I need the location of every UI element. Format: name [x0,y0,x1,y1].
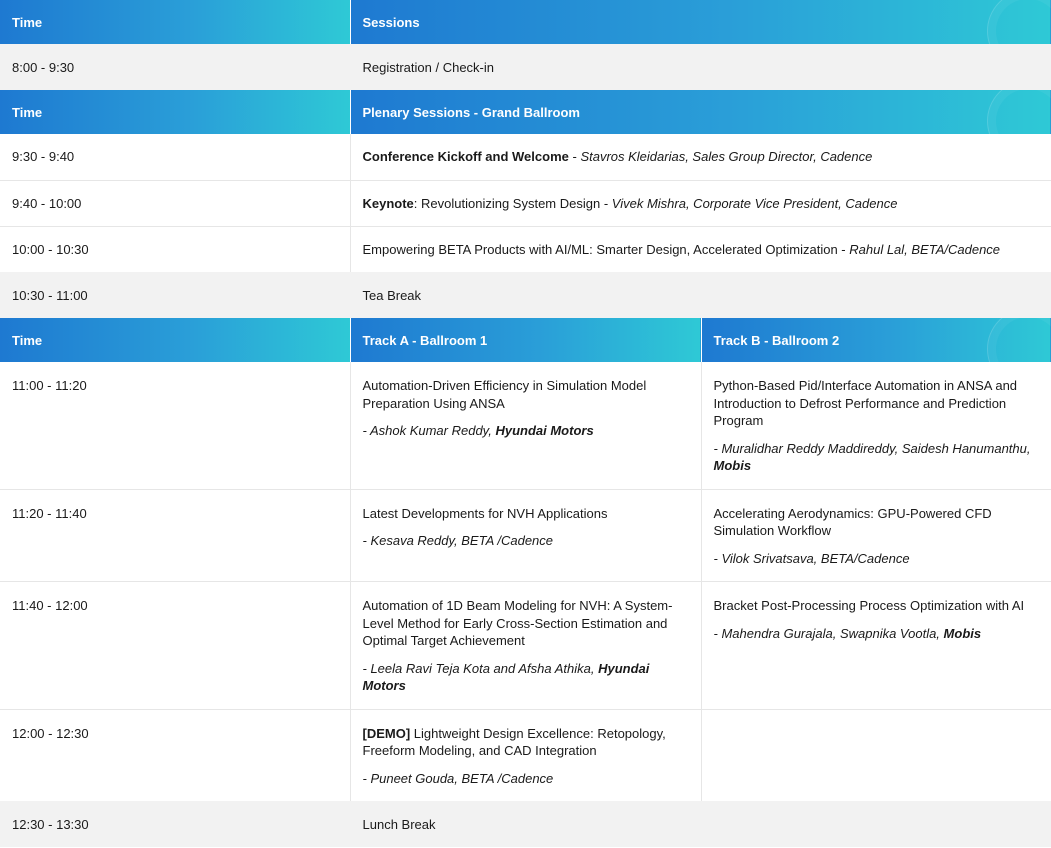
speaker-company: Mobis [943,625,982,641]
talk-title-line: [DEMO] Lightweight Design Excellence: Re… [363,725,689,760]
header-plenary: Plenary Sessions - Grand Ballroom [349,90,1051,134]
break-label: Lunch Break [349,801,1051,847]
track-row: 11:00 - 11:20 Automation-Driven Efficien… [0,362,1051,489]
talk-title: Python-Based Pid/Interface Automation in… [713,378,1018,428]
plenary-row-keynote: 9:40 - 10:00 Keynote: Revolutionizing Sy… [0,179,1051,226]
separator: - [568,149,581,165]
lunch-row: 12:30 - 13:30 Lunch Break [0,801,1051,847]
track-b-cell-empty [700,708,1051,801]
plenary-row-ai-ml: 10:00 - 10:30 Empowering BETA Products w… [0,225,1051,272]
speaker-name: - Leela Ravi Teja Kota and Afsha Athika, [362,660,599,676]
header-row-plenary: Time Plenary Sessions - Grand Ballroom [0,90,1051,134]
time-cell: 11:40 - 12:00 [0,581,350,709]
talk-title: Accelerating Aerodynamics: GPU-Powered C… [713,505,992,539]
time-cell: 12:00 - 12:30 [0,708,350,801]
track-a-cell: Automation-Driven Efficiency in Simulati… [349,362,701,489]
talk-speaker: - Mahendra Gurajala, Swapnika Vootla, Mo… [714,625,1040,643]
talk-speaker: - Puneet Gouda, BETA /Cadence [362,770,554,786]
time-cell: 11:00 - 11:20 [12,378,87,393]
talk-speaker: - Muralidhar Reddy Maddireddy, Saidesh H… [714,440,1040,475]
tea-break-row: 10:30 - 11:00 Tea Break [0,272,1051,318]
talk-speaker: - Kesava Reddy, BETA /Cadence [362,533,554,548]
track-row: 11:40 - 12:00 Automation of 1D Beam Mode… [0,581,1051,709]
header-sessions: Sessions [349,0,1051,44]
time-cell: 12:30 - 13:30 [0,801,350,847]
speaker-company: Hyundai Motors [495,423,594,438]
track-a-cell: [DEMO] Lightweight Design Excellence: Re… [349,708,701,801]
track-b-cell: Accelerating Aerodynamics: GPU-Powered C… [700,488,1051,582]
time-cell: 10:00 - 10:30 [0,225,350,272]
registration-label: Registration / Check-in [349,44,1051,90]
time-cell: 11:20 - 11:40 [0,488,350,582]
track-row: 12:00 - 12:30 [DEMO] Lightweight Design … [0,708,1051,801]
time-cell: 9:40 - 10:00 [0,179,350,226]
talk-title: Automation of 1D Beam Modeling for NVH: … [362,598,673,648]
speaker-name: - Mahendra Gurajala, Swapnika Vootla, [713,625,944,641]
track-a-cell: Automation of 1D Beam Modeling for NVH: … [349,581,701,709]
session-title: Empowering BETA Products with AI/ML: Sma… [362,241,850,257]
talk-title: Bracket Post-Processing Process Optimiza… [713,598,1025,613]
speaker-name: - Muralidhar Reddy Maddireddy, Saidesh H… [713,440,1031,456]
header-row-tracks: Time Track A - Ballroom 1 Track B - Ball… [0,318,1051,362]
agenda-table: Time Sessions 8:00 - 9:30 Registration /… [0,0,1051,847]
session-subtitle: : Revolutionizing System Design - [413,195,612,211]
header-time: Time [0,318,350,362]
registration-row: 8:00 - 9:30 Registration / Check-in [0,44,1051,90]
track-b-cell: Python-Based Pid/Interface Automation in… [700,362,1051,489]
session-cell: Empowering BETA Products with AI/ML: Sma… [349,225,1051,272]
plenary-row-kickoff: 9:30 - 9:40 Conference Kickoff and Welco… [0,134,1051,180]
talk-title: Latest Developments for NVH Applications [362,505,608,521]
header-time: Time [0,0,350,44]
speaker-company: Mobis [713,458,752,473]
track-b-cell: Bracket Post-Processing Process Optimiza… [700,581,1051,709]
track-row: 11:20 - 11:40 Latest Developments for NV… [0,488,1051,582]
speaker: Rahul Lal, BETA/Cadence [849,241,1001,257]
session-cell: Keynote: Revolutionizing System Design -… [349,179,1051,226]
session-title: Keynote [362,195,414,211]
time-cell: 9:30 - 9:40 [12,149,75,165]
talk-speaker: - Leela Ravi Teja Kota and Afsha Athika,… [363,660,689,695]
header-track-b: Track B - Ballroom 2 [700,318,1051,362]
header-time: Time [0,90,350,134]
talk-speaker: - Ashok Kumar Reddy, Hyundai Motors [363,422,689,440]
speaker-name: - Ashok Kumar Reddy, [362,423,496,438]
time-cell: 10:30 - 11:00 [0,272,350,318]
talk-title: Automation-Driven Efficiency in Simulati… [362,378,647,411]
break-label: Tea Break [349,272,1051,318]
header-track-a: Track A - Ballroom 1 [349,318,701,362]
time-cell: 8:00 - 9:30 [0,44,350,90]
speaker: Vivek Mishra, Corporate Vice President, … [611,195,898,211]
demo-tag: [DEMO] [362,725,411,741]
session-title: Conference Kickoff and Welcome [362,149,569,165]
speaker: Stavros Kleidarias, Sales Group Director… [580,149,873,165]
track-a-cell: Latest Developments for NVH Applications… [349,488,701,582]
session-cell: Conference Kickoff and Welcome - Stavros… [349,134,1051,180]
talk-speaker: - Vilok Srivatsava, BETA/Cadence [713,550,910,566]
header-row-sessions: Time Sessions [0,0,1051,44]
